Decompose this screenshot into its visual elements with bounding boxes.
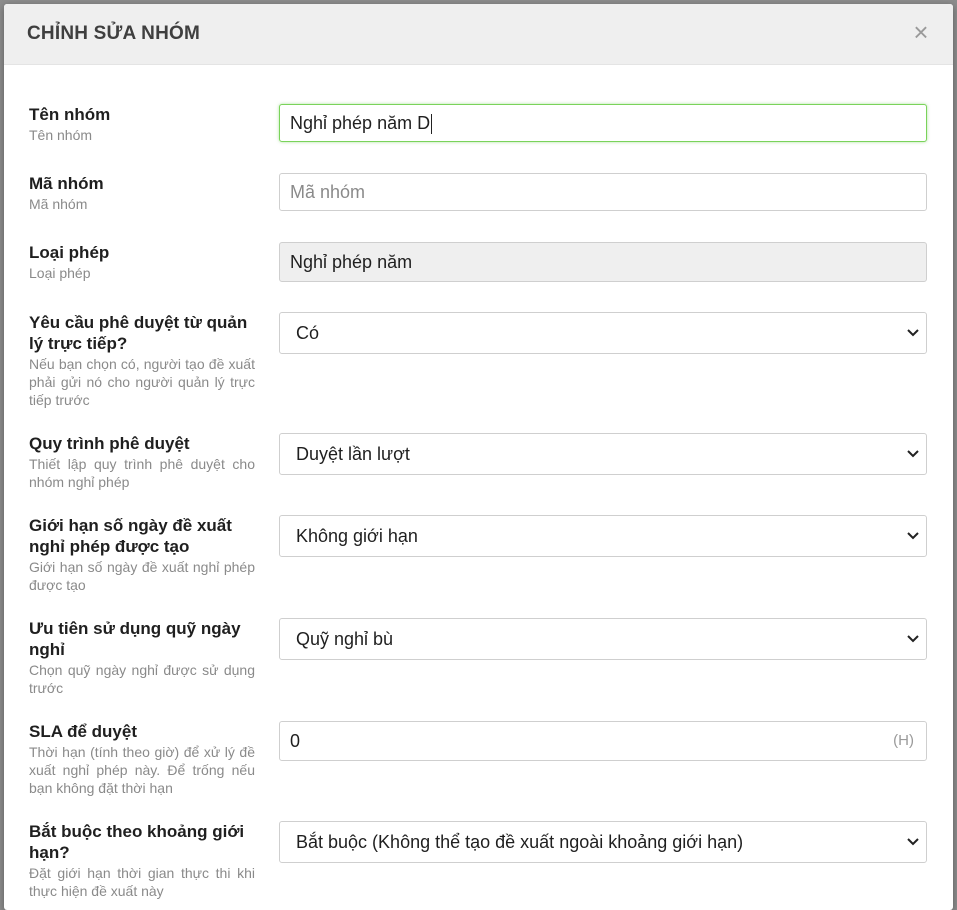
- text-cursor: [431, 114, 433, 135]
- modal-title: CHỈNH SỬA NHÓM: [27, 23, 201, 44]
- select-value: Duyệt lần lượt: [296, 444, 410, 464]
- sla-value: 0: [290, 731, 301, 751]
- field-hint: Chọn quỹ ngày nghỉ được sử dụng trước: [29, 662, 255, 696]
- manager-approval-select[interactable]: Có: [279, 312, 927, 354]
- field-label: Quy trình phê duyệt: [29, 434, 190, 453]
- close-icon[interactable]: ×: [909, 18, 933, 46]
- field-hint: Đặt giới hạn thời gian thực thi khi thực…: [29, 865, 255, 899]
- field-hint: Thời hạn (tính theo giờ) để xử lý đề xuấ…: [29, 744, 255, 796]
- field-hint: Loại phép: [29, 265, 91, 281]
- edit-group-modal: CHỈNH SỬA NHÓM × Tên nhóm Tên nhóm Nghỉ …: [4, 4, 953, 910]
- fund-priority-select[interactable]: Quỹ nghỉ bù: [279, 618, 927, 660]
- field-label: Tên nhóm: [29, 105, 111, 124]
- chevron-down-icon: [906, 434, 920, 474]
- chevron-down-icon: [906, 313, 920, 353]
- field-label: Bắt buộc theo khoảng giới hạn?: [29, 822, 245, 862]
- select-value: Có: [296, 323, 320, 343]
- field-hint: Nếu bạn chọn có, người tạo đề xuất phải …: [29, 356, 255, 408]
- chevron-down-icon: [906, 619, 920, 659]
- leave-type-readonly: Nghỉ phép năm: [279, 242, 927, 282]
- field-label: Loại phép: [29, 243, 110, 262]
- select-value: Quỹ nghỉ bù: [296, 629, 394, 649]
- field-label: SLA để duyệt: [29, 722, 137, 741]
- limit-required-select[interactable]: Bắt buộc (Không thể tạo đề xuất ngoài kh…: [279, 821, 927, 863]
- field-hint: Giới hạn số ngày đề xuất nghỉ phép được …: [29, 559, 255, 593]
- select-value: Không giới hạn: [296, 526, 418, 546]
- select-value: Bắt buộc (Không thể tạo đề xuất ngoài kh…: [296, 832, 744, 852]
- chevron-down-icon: [906, 822, 920, 862]
- field-label: Yêu cầu phê duyệt từ quản lý trực tiếp?: [29, 313, 248, 353]
- sla-input[interactable]: 0 (H): [279, 721, 927, 761]
- day-limit-select[interactable]: Không giới hạn: [279, 515, 927, 557]
- group-code-input[interactable]: Mã nhóm: [279, 173, 927, 211]
- modal-header: CHỈNH SỬA NHÓM ×: [4, 4, 953, 65]
- field-label: Mã nhóm: [29, 174, 104, 193]
- field-hint: Tên nhóm: [29, 127, 93, 143]
- field-label: Giới hạn số ngày đề xuất nghỉ phép được …: [29, 516, 232, 556]
- group-name-value: Nghỉ phép năm D: [290, 113, 431, 133]
- field-hint: Mã nhóm: [29, 196, 88, 212]
- approval-flow-select[interactable]: Duyệt lần lượt: [279, 433, 927, 475]
- sla-unit: (H): [893, 732, 914, 749]
- chevron-down-icon: [906, 516, 920, 556]
- field-hint: Thiết lập quy trình phê duyệt cho nhóm n…: [29, 456, 255, 490]
- field-label: Ưu tiên sử dụng quỹ ngày nghỉ: [29, 619, 241, 659]
- group-name-input[interactable]: Nghỉ phép năm D: [279, 104, 927, 142]
